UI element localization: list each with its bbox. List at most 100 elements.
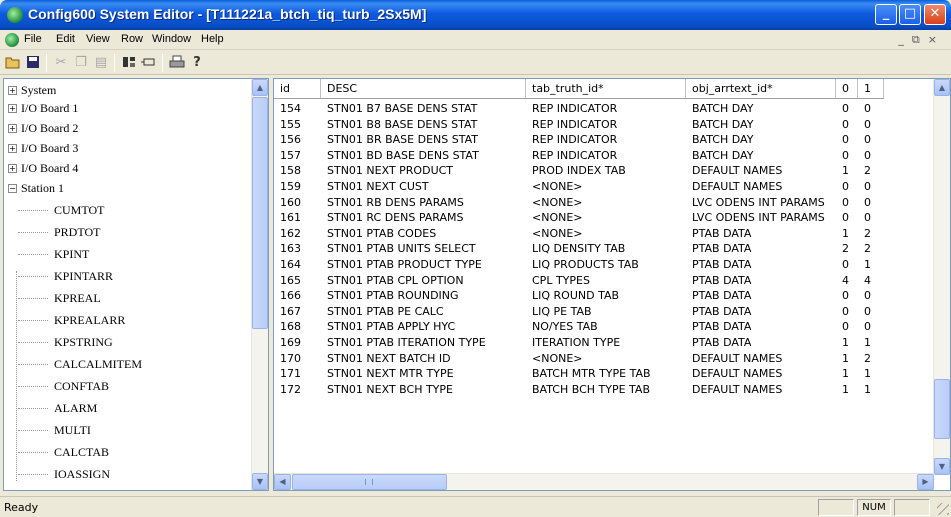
table-row[interactable]: 165 STN01 PTAB CPL OPTION CPL TYPES PTAB DA… — [274, 273, 884, 289]
cell-desc[interactable]: STN01 PTAB CPL OPTION — [321, 273, 526, 289]
cell-id[interactable]: 168 — [274, 319, 321, 335]
grid-vertical-scrollbar[interactable]: ▲ ▼ — [933, 79, 950, 475]
data-grid[interactable]: id DESC tab_truth_id* obj_arrtext_id* 0 … — [273, 78, 951, 491]
cell-obj-arrtext-id[interactable]: BATCH DAY — [686, 117, 836, 133]
cell-tab-truth-id[interactable]: BATCH MTR TYPE TAB — [526, 366, 686, 382]
grid-horizontal-scrollbar[interactable]: ◀ ▶ — [274, 473, 934, 490]
tree-toggle[interactable]: − — [8, 184, 17, 193]
mdi-restore-icon[interactable]: ⧉ — [912, 33, 928, 46]
tree-item-calctab[interactable]: CALCTAB — [17, 443, 109, 461]
cell-desc[interactable]: STN01 PTAB ITERATION TYPE — [321, 335, 526, 351]
column-header-0[interactable]: 0 — [836, 79, 858, 99]
paste-icon[interactable]: ▤ — [92, 54, 110, 72]
tree-toggle[interactable]: + — [8, 124, 17, 133]
cell-id[interactable]: 159 — [274, 179, 321, 195]
cut-icon[interactable]: ✂ — [52, 54, 70, 72]
scroll-left-icon[interactable]: ◀ — [274, 474, 291, 490]
cell-id[interactable]: 157 — [274, 148, 321, 164]
cell-id[interactable]: 172 — [274, 382, 321, 398]
tree-item-ioassign[interactable]: IOASSIGN — [17, 465, 110, 483]
cell-desc[interactable]: STN01 PTAB APPLY HYC — [321, 319, 526, 335]
cell-obj-arrtext-id[interactable]: PTAB DATA — [686, 335, 836, 351]
table-row[interactable]: 166 STN01 PTAB ROUNDING LIQ ROUND TAB PTAB … — [274, 288, 884, 304]
cell-1[interactable]: 1 — [858, 335, 884, 351]
cell-0[interactable]: 1 — [836, 382, 858, 398]
cell-tab-truth-id[interactable]: CPL TYPES — [526, 273, 686, 289]
scroll-thumb[interactable] — [292, 474, 447, 490]
cell-id[interactable]: 156 — [274, 132, 321, 148]
cell-desc[interactable]: STN01 PTAB PRODUCT TYPE — [321, 257, 526, 273]
cell-tab-truth-id[interactable]: REP INDICATOR — [526, 117, 686, 133]
minimize-button[interactable]: _ — [875, 4, 897, 25]
menu-help[interactable]: Help — [201, 33, 224, 45]
cell-obj-arrtext-id[interactable]: PTAB DATA — [686, 226, 836, 242]
scroll-up-icon[interactable]: ▲ — [252, 79, 268, 96]
tree-item-multi[interactable]: MULTI — [18, 421, 91, 439]
menu-view[interactable]: View — [86, 33, 110, 45]
cell-1[interactable]: 1 — [858, 366, 884, 382]
tree-item-alarm[interactable]: ALARM — [17, 399, 97, 417]
app-icon[interactable] — [7, 7, 23, 23]
cell-desc[interactable]: STN01 NEXT CUST — [321, 179, 526, 195]
cell-0[interactable]: 1 — [836, 226, 858, 242]
cell-0[interactable]: 0 — [836, 101, 858, 117]
cell-id[interactable]: 170 — [274, 351, 321, 367]
cell-1[interactable]: 1 — [858, 257, 884, 273]
cell-0[interactable]: 1 — [836, 335, 858, 351]
scroll-up-icon[interactable]: ▲ — [934, 79, 950, 96]
cell-desc[interactable]: STN01 NEXT BATCH ID — [321, 351, 526, 367]
cell-0[interactable]: 0 — [836, 210, 858, 226]
mdi-minimize-icon[interactable]: _ — [898, 33, 912, 46]
cell-id[interactable]: 164 — [274, 257, 321, 273]
cell-desc[interactable]: STN01 B8 BASE DENS STAT — [321, 117, 526, 133]
tree-view[interactable]: + System + I/O Board 1 + I/O Board 2 + I/O B… — [3, 78, 269, 491]
cell-tab-truth-id[interactable]: LIQ ROUND TAB — [526, 288, 686, 304]
cell-1[interactable]: 0 — [858, 304, 884, 320]
cell-tab-truth-id[interactable]: <NONE> — [526, 226, 686, 242]
cell-1[interactable]: 0 — [858, 132, 884, 148]
tree-item-cumtot[interactable]: CUMTOT — [17, 201, 104, 219]
menu-edit[interactable]: Edit — [56, 33, 75, 45]
save-icon[interactable] — [24, 54, 42, 72]
cell-obj-arrtext-id[interactable]: PTAB DATA — [686, 273, 836, 289]
cell-obj-arrtext-id[interactable]: DEFAULT NAMES — [686, 382, 836, 398]
table-row[interactable]: 157 STN01 BD BASE DENS STAT REP INDICATOR B… — [274, 148, 884, 164]
cell-obj-arrtext-id[interactable]: DEFAULT NAMES — [686, 163, 836, 179]
table-row[interactable]: 171 STN01 NEXT MTR TYPE BATCH MTR TYPE TAB… — [274, 366, 884, 382]
cell-0[interactable]: 1 — [836, 366, 858, 382]
cell-desc[interactable]: STN01 B7 BASE DENS STAT — [321, 101, 526, 117]
cell-desc[interactable]: STN01 PTAB CODES — [321, 226, 526, 242]
tree-vertical-scrollbar[interactable]: ▲ ▼ — [251, 79, 268, 490]
batch-icon[interactable] — [120, 54, 138, 72]
cell-desc[interactable]: STN01 PTAB UNITS SELECT — [321, 241, 526, 257]
cell-1[interactable]: 0 — [858, 288, 884, 304]
maximize-button[interactable]: □ — [899, 4, 921, 25]
tree-item-calcalmitem[interactable]: CALCALMITEM — [18, 355, 142, 373]
column-header-1[interactable]: 1 — [858, 79, 884, 99]
cell-tab-truth-id[interactable]: <NONE> — [526, 195, 686, 211]
tree-item-io-board-1[interactable]: + I/O Board 1 — [4, 99, 78, 117]
title-bar[interactable]: Config600 System Editor - [T111221a_btch… — [0, 0, 951, 30]
cell-id[interactable]: 163 — [274, 241, 321, 257]
table-row[interactable]: 170 STN01 NEXT BATCH ID <NONE> DEFAULT NAME… — [274, 351, 884, 367]
cell-desc[interactable]: STN01 BR BASE DENS STAT — [321, 132, 526, 148]
cell-desc[interactable]: STN01 NEXT PRODUCT — [321, 163, 526, 179]
cell-1[interactable]: 2 — [858, 163, 884, 179]
cell-id[interactable]: 171 — [274, 366, 321, 382]
cell-0[interactable]: 0 — [836, 319, 858, 335]
cell-0[interactable]: 0 — [836, 117, 858, 133]
cell-1[interactable]: 0 — [858, 148, 884, 164]
tree-toggle[interactable]: + — [8, 144, 17, 153]
cell-1[interactable]: 0 — [858, 195, 884, 211]
table-row[interactable]: 168 STN01 PTAB APPLY HYC NO/YES TAB PTAB DA… — [274, 319, 884, 335]
column-header-obj-arrtext-id[interactable]: obj_arrtext_id* — [686, 79, 836, 99]
tree-item-kpstring[interactable]: KPSTRING — [18, 333, 113, 351]
menu-file[interactable]: File — [24, 33, 42, 45]
table-row[interactable]: 156 STN01 BR BASE DENS STAT REP INDICATOR B… — [274, 132, 884, 148]
cell-id[interactable]: 162 — [274, 226, 321, 242]
cell-tab-truth-id[interactable]: BATCH BCH TYPE TAB — [526, 382, 686, 398]
cell-desc[interactable]: STN01 NEXT MTR TYPE — [321, 366, 526, 382]
scroll-thumb[interactable] — [252, 97, 268, 329]
cell-1[interactable]: 2 — [858, 351, 884, 367]
cell-desc[interactable]: STN01 NEXT BCH TYPE — [321, 382, 526, 398]
